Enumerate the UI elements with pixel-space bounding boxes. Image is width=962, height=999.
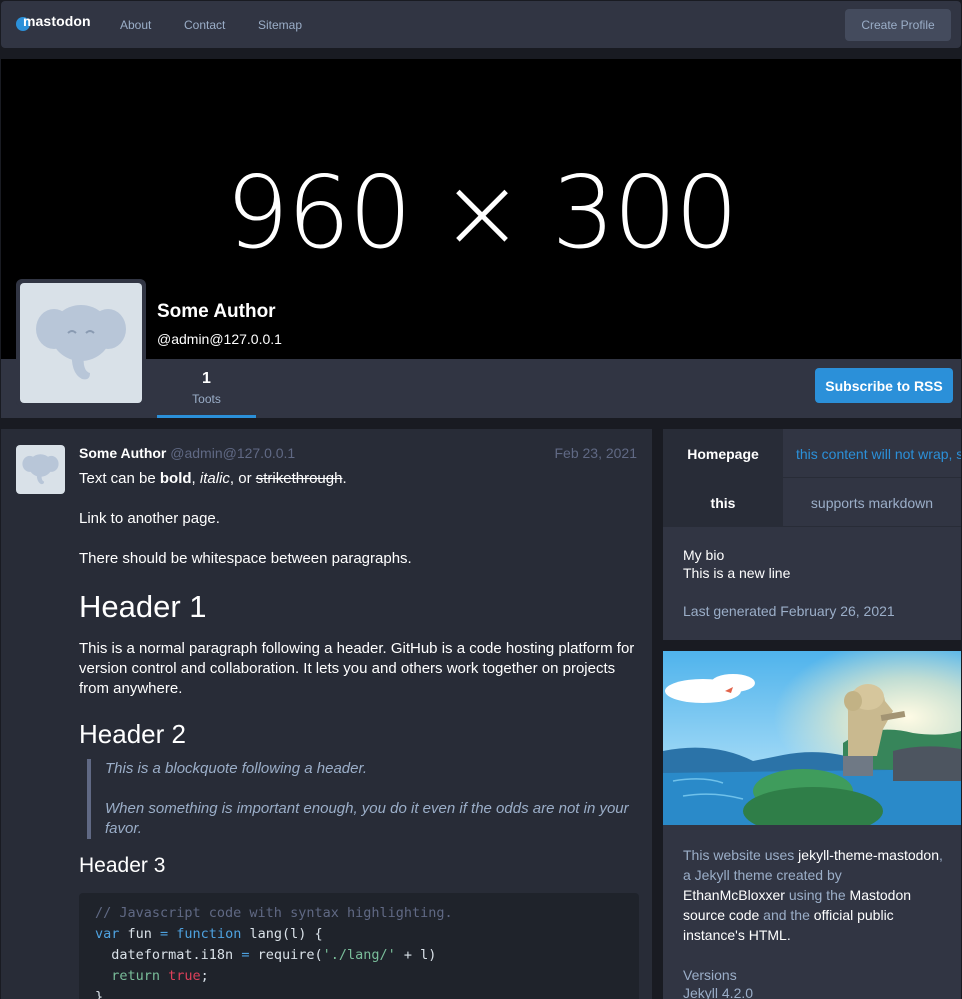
- toots-count[interactable]: 1: [157, 370, 256, 388]
- post-author-handle: @admin@127.0.0.1: [170, 445, 296, 461]
- profile-name: Some Author: [157, 301, 276, 322]
- logo-text: mastodon: [23, 13, 91, 29]
- header-1: Header 1: [79, 589, 207, 624]
- toot-card: Some Author @admin@127.0.0.1 Feb 23, 202…: [1, 429, 652, 999]
- profile-fields-card: Homepage this content will not wrap, s t…: [663, 429, 961, 640]
- mastodon-illustration: [663, 651, 961, 825]
- banner-placeholder-text: 960 × 300: [225, 154, 738, 271]
- field-name-this: this: [663, 478, 783, 527]
- profile-handle: @admin@127.0.0.1: [157, 331, 282, 347]
- mastodon-logo[interactable]: mastodon: [16, 13, 91, 31]
- header-2: Header 2: [79, 719, 186, 749]
- about-card: This website uses jekyll-theme-mastodon,…: [663, 651, 961, 999]
- profile-avatar: [16, 279, 146, 407]
- versions-label: Versions: [683, 967, 737, 983]
- nav-link-contact[interactable]: Contact: [184, 18, 225, 32]
- last-generated: Last generated February 26, 2021: [683, 603, 895, 619]
- create-profile-button[interactable]: Create Profile: [845, 9, 951, 41]
- theme-link[interactable]: jekyll-theme-mastodon: [798, 847, 939, 863]
- about-description: This website uses jekyll-theme-mastodon,…: [683, 847, 943, 943]
- blockquote: This is a blockquote following a header.…: [87, 759, 641, 839]
- post-content: Text can be bold, italic, or strikethrou…: [79, 469, 641, 999]
- active-tab-underline: [157, 415, 256, 418]
- top-navbar: mastodon About Contact Sitemap Create Pr…: [1, 1, 961, 48]
- code-block: // Javascript code with syntax highlight…: [79, 893, 639, 999]
- versions-section: Versions Jekyll 4.2.0: [683, 966, 753, 999]
- nav-link-about[interactable]: About: [120, 18, 151, 32]
- field-value-markdown: supports markdown: [810, 494, 934, 511]
- toots-label[interactable]: Toots: [157, 392, 256, 406]
- profile-bio: My bio This is a new line: [683, 547, 791, 581]
- another-page-link[interactable]: Link to another page.: [79, 510, 220, 527]
- jekyll-version: Jekyll 4.2.0: [683, 985, 754, 999]
- author-link[interactable]: EthanMcBloxxer: [683, 887, 785, 903]
- field-name-homepage: Homepage: [663, 429, 783, 478]
- formatting-paragraph: Text can be bold, italic, or strikethrou…: [79, 470, 347, 487]
- post-date[interactable]: Feb 23, 2021: [554, 445, 637, 461]
- elephant-avatar-icon: [36, 305, 126, 380]
- normal-paragraph: This is a normal paragraph following a h…: [79, 640, 635, 697]
- elephant-avatar-icon: [22, 454, 59, 485]
- nav-link-sitemap[interactable]: Sitemap: [258, 18, 302, 32]
- whitespace-paragraph: There should be whitespace between parag…: [79, 550, 412, 567]
- subscribe-rss-button[interactable]: Subscribe to RSS: [815, 368, 953, 403]
- post-author[interactable]: Some Author @admin@127.0.0.1: [79, 445, 295, 461]
- post-avatar[interactable]: [16, 445, 65, 494]
- fields-divider-bottom: [663, 526, 961, 527]
- post-author-name: Some Author: [79, 445, 167, 461]
- header-3: Header 3: [79, 854, 166, 877]
- field-value-nowrap[interactable]: this content will not wrap, s: [783, 429, 961, 478]
